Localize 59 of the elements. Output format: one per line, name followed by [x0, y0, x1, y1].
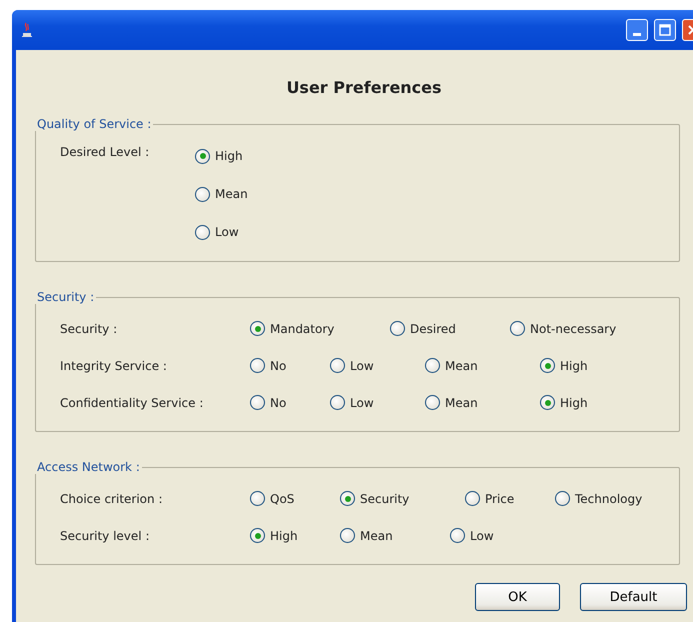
radio-label: Low [350, 358, 374, 372]
maximize-button[interactable] [654, 19, 676, 41]
radio-button[interactable] [195, 186, 210, 202]
radio-button[interactable] [330, 358, 345, 373]
radio-label: Mean [215, 187, 248, 201]
group-title: Quality of Service : [36, 117, 152, 131]
radio-label: High [270, 528, 298, 542]
radio-button[interactable] [250, 528, 265, 543]
radio-button[interactable] [540, 395, 555, 410]
radio-button[interactable] [250, 491, 265, 506]
radio-label: Technology [575, 492, 642, 506]
default-button[interactable]: Default [580, 583, 687, 611]
radio-button[interactable] [250, 358, 265, 373]
group-title: Access Network : [36, 460, 141, 474]
radio-label: No [270, 396, 286, 410]
radio-button[interactable] [250, 321, 265, 336]
radio-button[interactable] [465, 491, 480, 506]
field-label: Choice criterion : [60, 492, 164, 506]
radio-label: No [270, 358, 286, 372]
radio-button[interactable] [540, 358, 555, 373]
maximize-icon [659, 24, 671, 36]
radio-button[interactable] [425, 395, 440, 410]
radio-label: Not-necessary [530, 322, 616, 336]
radio-label: Price [485, 492, 514, 506]
radio-label: Low [470, 528, 494, 542]
field-label: Desired Level : [60, 145, 150, 159]
radio-button[interactable] [195, 224, 210, 240]
radio-button[interactable] [390, 321, 405, 336]
radio-button[interactable] [330, 395, 345, 410]
field-label: Integrity Service : [60, 358, 168, 372]
ok-button[interactable]: OK [475, 583, 560, 611]
radio-button[interactable] [450, 528, 465, 543]
radio-button[interactable] [195, 148, 210, 164]
radio-label: Desired [410, 322, 456, 336]
radio-button[interactable] [425, 358, 440, 373]
radio-label: Mean [445, 358, 478, 372]
radio-label: Mean [445, 396, 478, 410]
dialog-heading: User Preferences [286, 78, 442, 97]
radio-label: High [215, 149, 243, 163]
minimize-button[interactable] [626, 19, 648, 41]
radio-label: High [560, 396, 588, 410]
radio-label: QoS [270, 492, 294, 506]
group-title: Security : [36, 290, 96, 304]
radio-label: Low [350, 396, 374, 410]
radio-label: Mandatory [270, 322, 334, 336]
coffee-cup-icon [20, 21, 34, 39]
radio-label: Security [360, 492, 410, 506]
radio-button[interactable] [340, 528, 355, 543]
radio-button[interactable] [510, 321, 525, 336]
radio-button[interactable] [340, 491, 355, 506]
radio-label: High [560, 358, 588, 372]
minimize-icon [633, 32, 641, 36]
radio-label: Low [215, 225, 239, 239]
radio-button[interactable] [555, 491, 570, 506]
radio-label: Mean [360, 528, 393, 542]
field-label: Confidentiality Service : [60, 396, 204, 410]
field-label: Security level : [60, 528, 150, 542]
field-label: Security : [60, 322, 118, 336]
radio-button[interactable] [250, 395, 265, 410]
